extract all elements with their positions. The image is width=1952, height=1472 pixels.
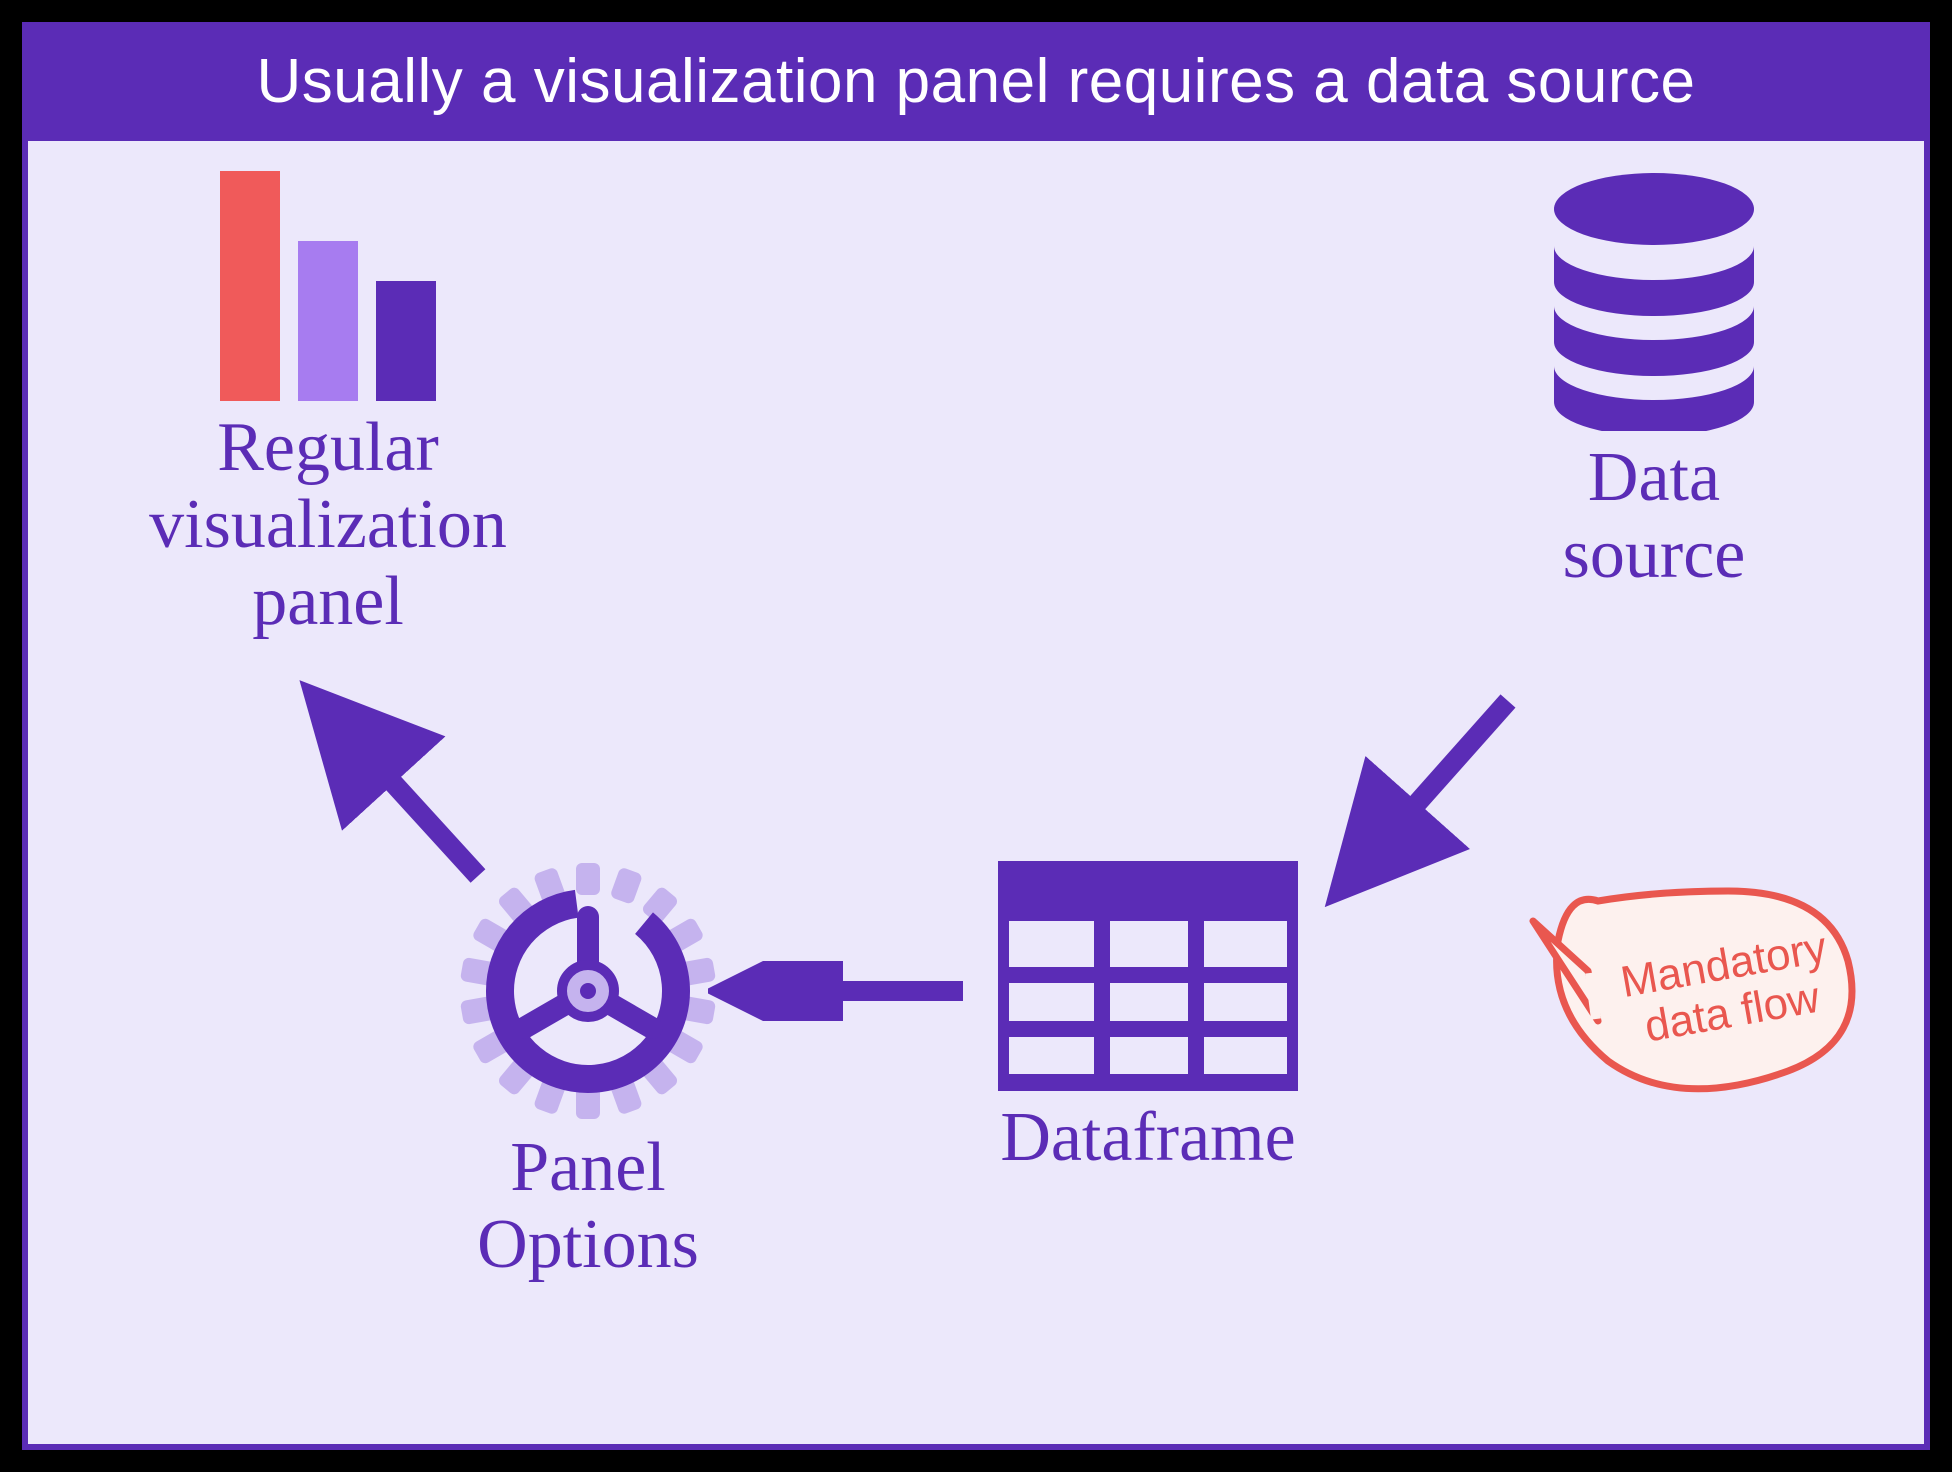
- label-line: Panel: [398, 1129, 778, 1206]
- node-panel-options: Panel Options: [398, 861, 778, 1283]
- label-line: Options: [398, 1206, 778, 1283]
- panel-options-label: Panel Options: [398, 1129, 778, 1283]
- diagram-canvas: Regular visualization panel Data source: [28, 141, 1924, 1447]
- arrow-options-to-viz: [278, 671, 518, 911]
- bar-purple: [376, 281, 436, 401]
- data-source-label: Data source: [1474, 439, 1834, 593]
- bar-chart-icon: [88, 171, 568, 401]
- arrow-datasource-to-dataframe: [1298, 671, 1558, 931]
- diagram-panel: Usually a visualization panel requires a…: [22, 22, 1930, 1450]
- diagram-frame: Usually a visualization panel requires a…: [0, 0, 1952, 1472]
- diagram-title: Usually a visualization panel requires a…: [28, 28, 1924, 141]
- label-line: visualization: [88, 486, 568, 563]
- arrow-dataframe-to-options: [708, 961, 988, 1021]
- label-line: source: [1474, 516, 1834, 593]
- database-icon: [1539, 171, 1769, 431]
- label-line: Regular: [88, 409, 568, 486]
- node-data-source: Data source: [1474, 171, 1834, 593]
- label-line: panel: [88, 563, 568, 640]
- label-line: Data: [1474, 439, 1834, 516]
- dataframe-label: Dataframe: [928, 1099, 1368, 1176]
- bar-red: [220, 171, 280, 401]
- viz-panel-label: Regular visualization panel: [88, 409, 568, 640]
- node-viz-panel: Regular visualization panel: [88, 171, 568, 640]
- bar-lilac: [298, 241, 358, 401]
- table-icon: [998, 861, 1298, 1091]
